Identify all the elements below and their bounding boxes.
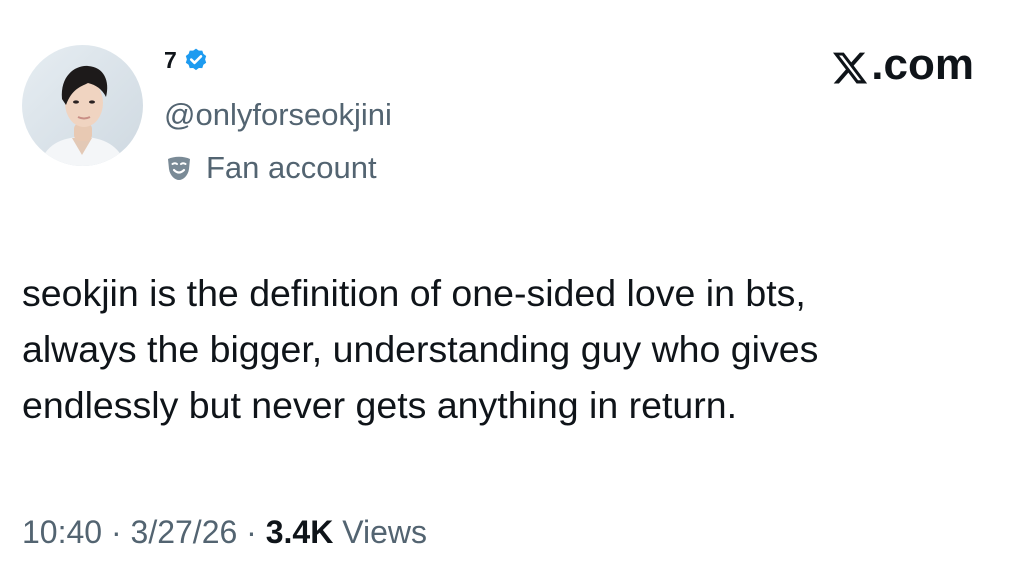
- tweet-date[interactable]: 3/27/26: [131, 514, 238, 550]
- tweet-time[interactable]: 10:40: [22, 514, 102, 550]
- x-logo-icon: [831, 46, 869, 84]
- account-label: Fan account: [164, 148, 377, 188]
- display-name[interactable]: 7: [164, 46, 177, 74]
- views-label: Views: [342, 514, 427, 550]
- meta-separator: ·: [110, 514, 122, 550]
- views-count[interactable]: 3.4K: [266, 514, 334, 550]
- avatar-photo: [22, 45, 143, 166]
- tweet-meta: 10:40 · 3/27/26 · 3.4K Views: [22, 512, 427, 552]
- user-handle[interactable]: @onlyforseokjini: [164, 96, 392, 134]
- x-brand: .com: [831, 38, 974, 92]
- brand-suffix: .com: [871, 40, 974, 89]
- account-label-text: Fan account: [206, 150, 377, 185]
- display-name-row: 7: [164, 46, 209, 74]
- tweet-text: seokjin is the definition of one-sided l…: [22, 272, 819, 426]
- meta-separator: ·: [246, 514, 257, 550]
- theater-masks-icon: [164, 153, 194, 183]
- avatar[interactable]: [22, 45, 143, 166]
- verified-badge-icon: [183, 47, 209, 73]
